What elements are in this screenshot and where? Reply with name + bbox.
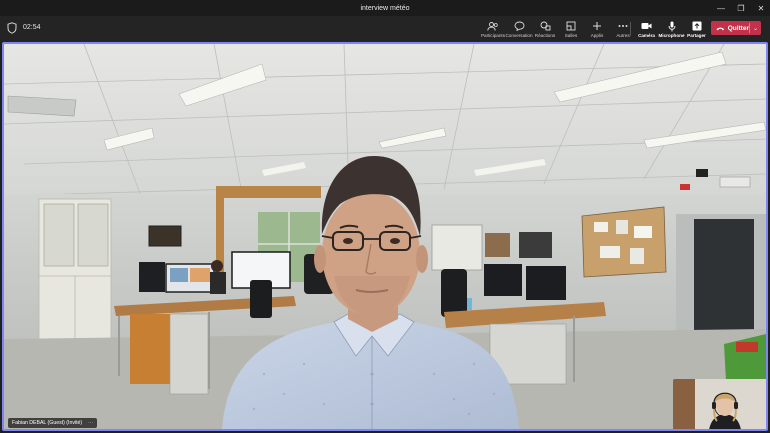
title-bar: interview météo — ❐ ✕ [0, 0, 770, 16]
chat-button[interactable]: Conversation [505, 18, 533, 40]
chat-label: Conversation [505, 32, 533, 38]
minimize-icon[interactable]: — [716, 4, 726, 13]
microphone-button[interactable]: Microphone [658, 18, 685, 40]
speaker-name-tag: Fabian DEBAL (Guest) (Invité) ··· [8, 418, 98, 428]
meeting-toolbar: 02:54 Participants Conversation Réaction… [0, 16, 770, 42]
window-title: interview météo [360, 4, 410, 12]
camera-label: Caméra [638, 32, 655, 38]
shield-icon[interactable] [7, 22, 17, 34]
speaker-video: Fabian DEBAL (Guest) (Invité) ··· [2, 42, 768, 431]
microphone-label: Microphone [658, 32, 685, 38]
reactions-label: Réactions [534, 32, 556, 38]
more-button[interactable]: Autres [610, 18, 636, 40]
self-view-scene [673, 379, 766, 429]
rooms-label: Salles [564, 32, 578, 38]
apps-label: Applis [590, 32, 604, 38]
hangup-icon [716, 27, 725, 30]
speaker-name: Fabian DEBAL (Guest) (Invité) [12, 420, 83, 426]
device-tools: Caméra Microphone Partager [634, 18, 709, 40]
more-options-icon[interactable]: ··· [88, 420, 93, 426]
reactions-icon [540, 21, 551, 32]
share-button[interactable]: Partager [684, 18, 709, 40]
microphone-icon [668, 21, 676, 32]
more-label: Autres [616, 32, 630, 38]
leave-label: Quitter [727, 24, 749, 32]
toolbar-divider [630, 22, 631, 36]
leave-button[interactable]: Quitter ⌄ [711, 21, 761, 35]
share-label: Partager [687, 32, 706, 38]
participants-label: Participants [480, 32, 505, 38]
rooms-button[interactable]: Salles [558, 18, 584, 40]
camera-icon [641, 21, 652, 32]
participants-button[interactable]: Participants [480, 18, 506, 40]
share-icon [692, 21, 702, 32]
office-scene-video [4, 44, 766, 429]
leave-main[interactable]: Quitter [711, 25, 749, 32]
chat-icon [514, 21, 525, 32]
participants-icon [487, 21, 499, 32]
chevron-down-icon[interactable]: ⌄ [750, 25, 761, 32]
reactions-button[interactable]: Réactions [532, 18, 558, 40]
more-icon [618, 21, 628, 32]
meeting-timer: 02:54 [23, 24, 41, 31]
apps-icon [592, 21, 602, 32]
self-view-video[interactable] [673, 379, 766, 429]
close-icon[interactable]: ✕ [756, 4, 766, 13]
apps-button[interactable]: Applis [584, 18, 610, 40]
meeting-tools: Participants Conversation Réactions Sall… [480, 18, 636, 40]
maximize-icon[interactable]: ❐ [736, 4, 746, 13]
camera-button[interactable]: Caméra [634, 18, 659, 40]
window-controls: — ❐ ✕ [716, 0, 766, 16]
rooms-icon [566, 21, 576, 32]
